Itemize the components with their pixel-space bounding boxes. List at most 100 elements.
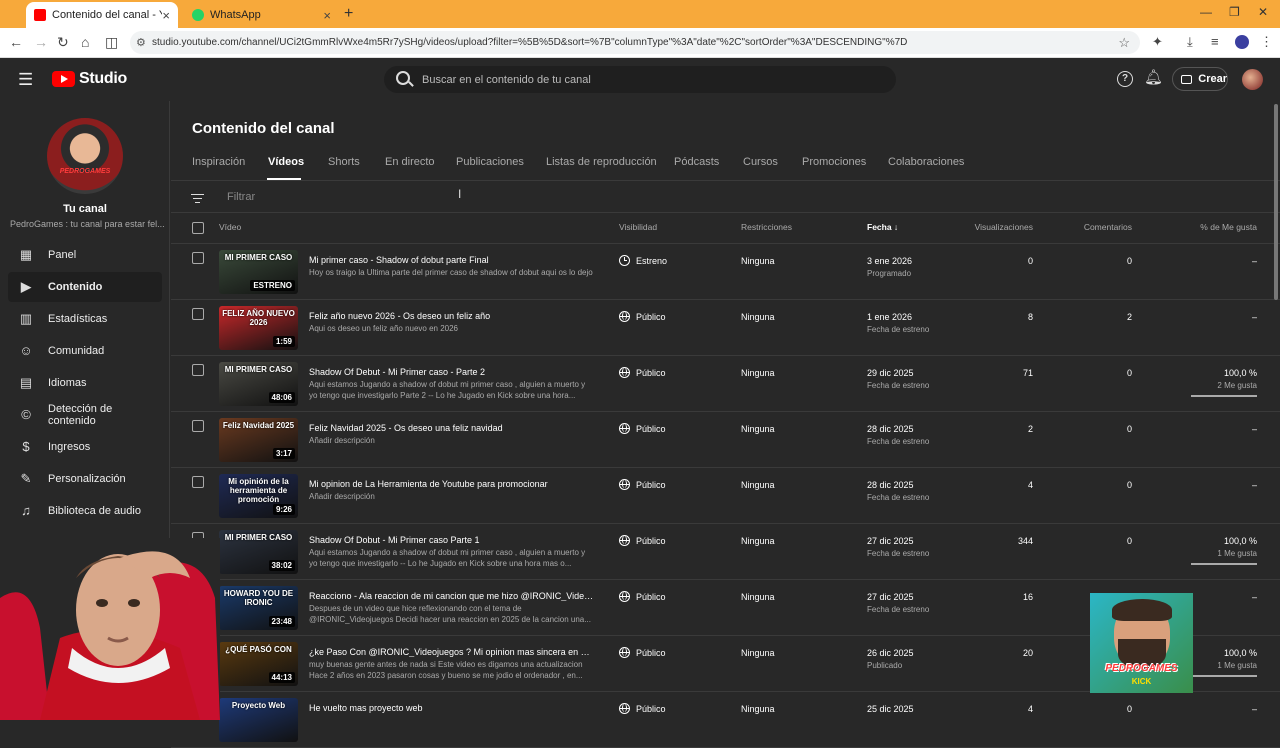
tab-8[interactable]: Promociones	[802, 156, 866, 168]
help-icon[interactable]: ?	[1117, 71, 1133, 87]
notifications-bell-icon[interactable]: 🔔︎	[1144, 68, 1163, 86]
row-checkbox[interactable]	[192, 252, 204, 264]
video-thumbnail[interactable]: FELIZ AÑO NUEVO 2026 1:59	[219, 306, 298, 350]
tab-9[interactable]: Colaboraciones	[888, 156, 964, 168]
browser-tab-youtube-studio[interactable]: Contenido del canal - YouTube ×	[26, 2, 178, 28]
video-thumbnail[interactable]: MI PRIMER CASO 38:02	[219, 530, 298, 574]
row-checkbox[interactable]	[192, 308, 204, 320]
column-header-views[interactable]: Visualizaciones	[961, 222, 1033, 232]
video-title[interactable]: Shadow Of Debut - Mi Primer caso - Parte…	[309, 367, 594, 377]
table-row[interactable]: Proyecto Web He vuelto mas proyecto web Pú…	[171, 692, 1280, 748]
table-row[interactable]: Feliz Navidad 2025 3:17 Feliz Navidad 2025…	[171, 412, 1280, 468]
filter-input[interactable]: Filtrar	[227, 191, 255, 203]
video-thumbnail[interactable]: Proyecto Web	[219, 698, 298, 742]
sidebar-item-comunidad[interactable]: ☺ Comunidad	[8, 336, 162, 366]
close-tab-icon[interactable]: ×	[323, 8, 331, 23]
address-bar[interactable]: ⚙ studio.youtube.com/channel/UCi2tGmmRlv…	[130, 31, 1140, 54]
video-thumbnail[interactable]: ¿QUÉ PASÓ CON 44:13	[219, 642, 298, 686]
table-row[interactable]: MI PRIMER CASO ESTRENO Mi primer caso - Sh…	[171, 244, 1280, 300]
column-header-date-sorted[interactable]: Fecha ↓	[867, 222, 898, 232]
sidebar-item-contenido[interactable]: ▶ Contenido	[8, 272, 162, 302]
visibility-cell[interactable]: Público	[619, 479, 666, 490]
sidebar-item-personalización[interactable]: ✎ Personalización	[8, 464, 162, 494]
download-icon[interactable]: ⤓	[1187, 34, 1193, 50]
visibility-cell[interactable]: Público	[619, 703, 666, 714]
visibility-cell[interactable]: Público	[619, 311, 666, 322]
video-thumbnail[interactable]: Feliz Navidad 2025 3:17	[219, 418, 298, 462]
site-info-icon[interactable]: ⚙	[136, 36, 146, 49]
visibility-label: Público	[636, 647, 666, 658]
create-button[interactable]: Crear	[1172, 67, 1228, 91]
select-all-checkbox[interactable]	[192, 222, 204, 234]
media-controls-icon[interactable]: ≡	[1211, 34, 1219, 49]
video-title[interactable]: Feliz año nuevo 2026 - Os deseo un feliz…	[309, 311, 594, 321]
video-thumbnail[interactable]: HOWARD YOU DE IRONIC 23:48	[219, 586, 298, 630]
video-title[interactable]: Shadow Of Dobut - Mi Primer caso Parte 1	[309, 535, 594, 545]
video-title[interactable]: Mi opinion de La Herramienta de Youtube …	[309, 479, 594, 489]
sidebar-item-detección-de-contenido[interactable]: © Detección de contenido	[8, 400, 162, 430]
bookmark-star-icon[interactable]: ☆	[1118, 35, 1130, 51]
visibility-cell[interactable]: Público	[619, 591, 666, 602]
sidebar-item-estadísticas[interactable]: ▥ Estadísticas	[8, 304, 162, 334]
date-cell: 27 dic 2025	[867, 592, 914, 602]
hamburger-menu-icon[interactable]: ☰	[18, 70, 33, 90]
back-icon[interactable]: ←	[9, 34, 23, 50]
video-thumbnail[interactable]: MI PRIMER CASO ESTRENO	[219, 250, 298, 294]
reload-icon[interactable]: ↻	[57, 34, 69, 51]
tab-6[interactable]: Pódcasts	[674, 156, 719, 168]
home-icon[interactable]: ⌂	[81, 34, 89, 50]
tab-5[interactable]: Listas de reproducción	[546, 156, 657, 168]
extensions-icon[interactable]: ✦	[1152, 34, 1163, 50]
column-header-restrictions[interactable]: Restricciones	[741, 222, 792, 232]
video-title[interactable]: Feliz Navidad 2025 - Os deseo una feliz …	[309, 423, 594, 433]
visibility-cell[interactable]: Público	[619, 367, 666, 378]
sidebar-item-idiomas[interactable]: ▤ Idiomas	[8, 368, 162, 398]
tab-4[interactable]: Publicaciones	[456, 156, 524, 168]
row-checkbox[interactable]	[192, 420, 204, 432]
video-title[interactable]: He vuelto mas proyecto web	[309, 703, 594, 713]
row-checkbox[interactable]	[192, 476, 204, 488]
browser-menu-icon[interactable]: ⋮	[1260, 34, 1273, 50]
video-thumbnail[interactable]: MI PRIMER CASO 48:06	[219, 362, 298, 406]
close-tab-icon[interactable]: ×	[162, 8, 170, 23]
visibility-cell[interactable]: Público	[619, 647, 666, 658]
close-window-icon[interactable]: ✕	[1258, 5, 1268, 19]
row-checkbox[interactable]	[192, 364, 204, 376]
visibility-cell[interactable]: Público	[619, 535, 666, 546]
tab-0[interactable]: Inspiración	[192, 156, 245, 168]
browser-tab-whatsapp[interactable]: WhatsApp ×	[184, 2, 339, 28]
tab-3[interactable]: En directo	[385, 156, 435, 168]
channel-avatar[interactable]	[47, 118, 123, 194]
forward-icon[interactable]: →	[34, 34, 48, 50]
column-header-visibility[interactable]: Visibilidad	[619, 222, 657, 232]
column-header-comments[interactable]: Comentarios	[1061, 222, 1132, 232]
studio-logo[interactable]: Studio	[52, 70, 127, 88]
tab-7[interactable]: Cursos	[743, 156, 778, 168]
restore-icon[interactable]: ❐	[1229, 5, 1240, 19]
tab-2[interactable]: Shorts	[328, 156, 360, 168]
filter-icon[interactable]	[191, 191, 204, 206]
column-header-video[interactable]: Vídeo	[219, 222, 241, 232]
visibility-cell[interactable]: Estreno	[619, 255, 667, 266]
video-title[interactable]: ¿ke Paso Con @IRONIC_Videojuegos ? Mi op…	[309, 647, 594, 657]
video-title[interactable]: Reacciono - Ala reaccion de mi cancion q…	[309, 591, 594, 601]
new-tab-icon[interactable]: +	[344, 5, 353, 23]
minimize-icon[interactable]: —	[1200, 5, 1212, 19]
table-row[interactable]: MI PRIMER CASO 48:06 Shadow Of Debut - Mi …	[171, 356, 1280, 412]
sidebar-item-panel[interactable]: ▦ Panel	[8, 240, 162, 270]
tab-1[interactable]: Vídeos	[268, 156, 304, 168]
account-avatar[interactable]	[1242, 69, 1263, 90]
page-scrollbar[interactable]	[1274, 104, 1278, 300]
sidebar-item-biblioteca-de-audio[interactable]: ♫ Biblioteca de audio	[8, 496, 162, 526]
column-header-likes[interactable]: % de Me gusta	[1181, 222, 1257, 232]
table-row[interactable]: FELIZ AÑO NUEVO 2026 1:59 Feliz año nuevo …	[171, 300, 1280, 356]
table-row[interactable]: MI PRIMER CASO 38:02 Shadow Of Dobut - Mi …	[171, 524, 1280, 580]
channel-search-input[interactable]: Buscar en el contenido de tu canal	[384, 66, 896, 93]
visibility-cell[interactable]: Público	[619, 423, 666, 434]
sidebar-item-ingresos[interactable]: $ Ingresos	[8, 432, 162, 462]
video-thumbnail[interactable]: Mi opinión de la herramienta de promoció…	[219, 474, 298, 518]
browser-profile-avatar[interactable]	[1235, 35, 1249, 49]
table-row[interactable]: Mi opinión de la herramienta de promoció…	[171, 468, 1280, 524]
video-title[interactable]: Mi primer caso - Shadow of dobut parte F…	[309, 255, 594, 265]
split-view-icon[interactable]: ◫	[105, 34, 118, 51]
